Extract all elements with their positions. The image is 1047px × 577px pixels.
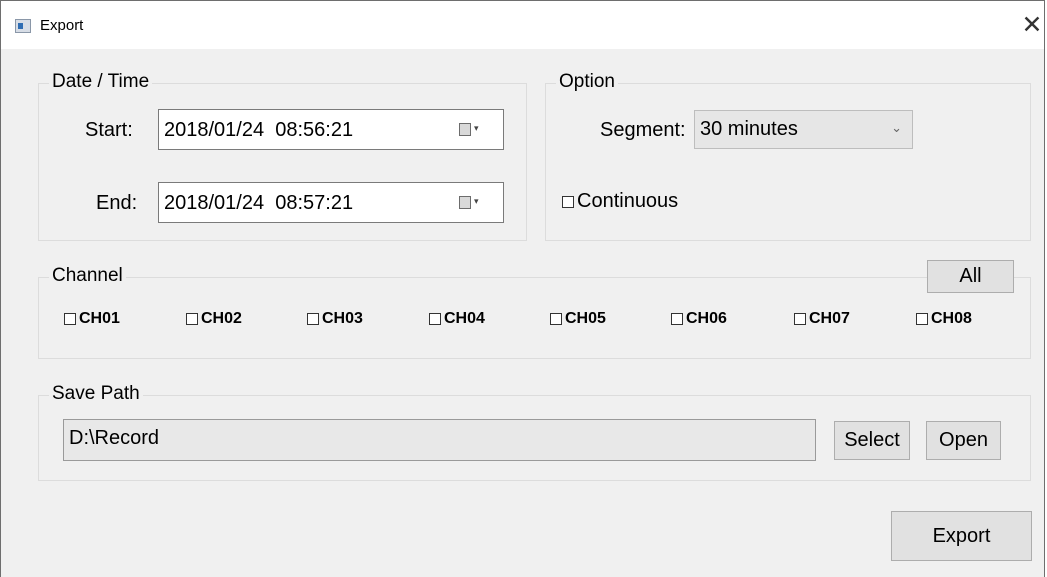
save-path-legend: Save Path: [49, 383, 143, 405]
save-path-value: D:\Record: [69, 427, 160, 449]
date-time-legend: Date / Time: [49, 71, 153, 93]
select-path-button[interactable]: Select: [834, 421, 910, 460]
calendar-icon[interactable]: [459, 123, 471, 136]
channel-checkbox-ch01[interactable]: CH01: [64, 310, 120, 328]
chevron-down-icon: ⌄: [891, 121, 902, 136]
start-label: Start:: [85, 119, 133, 141]
checkbox-box[interactable]: [671, 313, 683, 325]
start-datetime-field[interactable]: 2018/01/24 08:56:21 ▾: [158, 109, 504, 150]
segment-label: Segment:: [600, 119, 686, 141]
checkbox-box[interactable]: [916, 313, 928, 325]
option-group: Option: [545, 71, 1031, 241]
channel-label: CH03: [322, 310, 363, 327]
checkbox-box[interactable]: [186, 313, 198, 325]
checkbox-box[interactable]: [307, 313, 319, 325]
channel-label: CH04: [444, 310, 485, 327]
end-datetime-field[interactable]: 2018/01/24 08:57:21 ▾: [158, 182, 504, 223]
close-icon[interactable]: ✕: [1017, 7, 1047, 43]
checkbox-box[interactable]: [429, 313, 441, 325]
start-datetime-value: 2018/01/24 08:56:21: [164, 119, 354, 141]
option-legend: Option: [556, 71, 618, 93]
checkbox-box[interactable]: [794, 313, 806, 325]
select-all-channels-button[interactable]: All: [927, 260, 1014, 293]
channel-label: CH06: [686, 310, 727, 327]
chevron-down-icon[interactable]: ▾: [474, 196, 479, 207]
continuous-label: Continuous: [577, 190, 679, 212]
continuous-checkbox[interactable]: Continuous: [562, 190, 678, 213]
export-button[interactable]: Export: [891, 511, 1032, 561]
end-datetime-value: 2018/01/24 08:57:21: [164, 192, 354, 214]
export-dialog: Export ✕ Date / Time Start: 2018/01/24 0…: [0, 0, 1045, 577]
channel-checkbox-ch05[interactable]: CH05: [550, 310, 606, 328]
save-path-input[interactable]: D:\Record: [63, 419, 816, 461]
channel-checkbox-ch03[interactable]: CH03: [307, 310, 363, 328]
segment-value: 30 minutes: [700, 118, 798, 140]
segment-select[interactable]: 30 minutes ⌄: [694, 110, 913, 149]
calendar-icon[interactable]: [459, 196, 471, 209]
end-label: End:: [96, 192, 138, 214]
window-title: Export: [40, 17, 84, 34]
chevron-down-icon[interactable]: ▾: [474, 123, 479, 134]
channel-checkbox-ch07[interactable]: CH07: [794, 310, 850, 328]
channel-label: CH05: [565, 310, 606, 327]
checkbox-box[interactable]: [64, 313, 76, 325]
channel-label: CH08: [931, 310, 972, 327]
channel-checkbox-ch08[interactable]: CH08: [916, 310, 972, 328]
checkbox-box[interactable]: [562, 195, 574, 208]
checkbox-box[interactable]: [550, 313, 562, 325]
channel-label: CH01: [79, 310, 120, 327]
channel-checkbox-ch06[interactable]: CH06: [671, 310, 727, 328]
open-path-button[interactable]: Open: [926, 421, 1001, 460]
channel-label: CH02: [201, 310, 242, 327]
channel-legend: Channel: [49, 265, 126, 287]
channel-checkbox-ch02[interactable]: CH02: [186, 310, 242, 328]
app-window-icon: [15, 19, 31, 33]
channel-checkbox-ch04[interactable]: CH04: [429, 310, 485, 328]
channel-label: CH07: [809, 310, 850, 327]
title-bar: Export ✕: [1, 1, 1044, 49]
